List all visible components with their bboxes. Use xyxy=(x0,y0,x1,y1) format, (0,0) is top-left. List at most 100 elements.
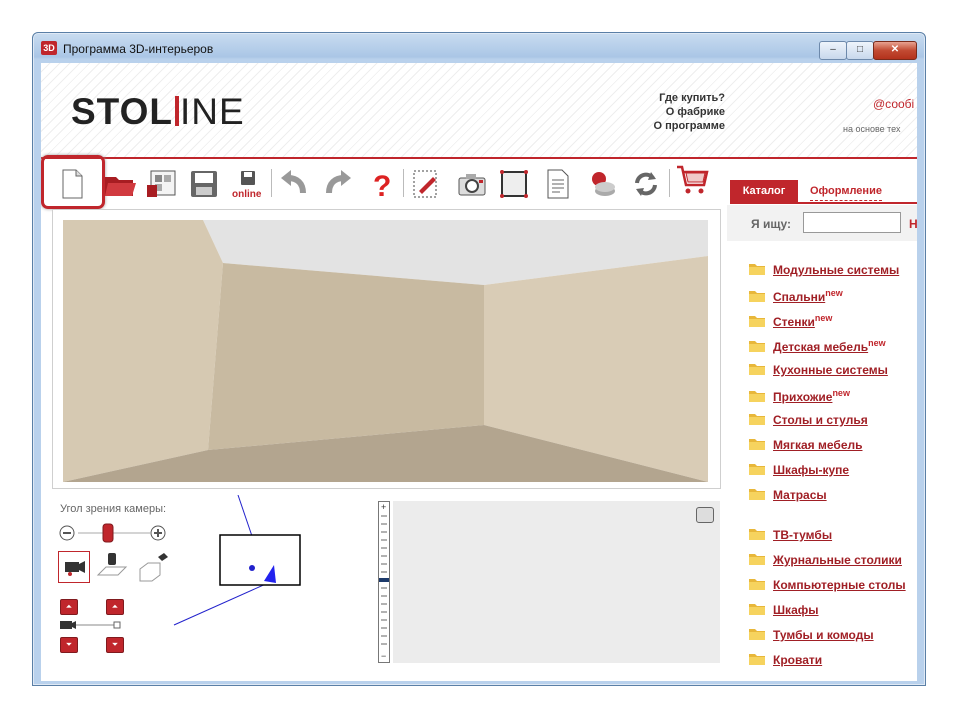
folder-icon xyxy=(749,341,765,352)
catalog-item-label[interactable]: Детская мебель xyxy=(773,340,868,354)
catalog-item-label[interactable]: ТВ-тумбы xyxy=(773,528,832,542)
svg-text:−: − xyxy=(381,651,386,661)
report-button[interactable] xyxy=(541,167,575,201)
room-center-dot xyxy=(249,565,255,571)
catalog-item[interactable]: ТВ-тумбы xyxy=(749,528,832,544)
catalog-item[interactable]: Стенкиnew xyxy=(749,313,832,329)
catalog-item[interactable]: Кровати xyxy=(749,653,822,669)
stolline-logo[interactable]: STOL INE xyxy=(71,91,245,133)
catalog-item[interactable]: Шкафы xyxy=(749,603,819,619)
catalog-item[interactable]: Прихожиеnew xyxy=(749,388,850,404)
catalog-item-label[interactable]: Тумбы и комоды xyxy=(773,628,874,642)
catalog-item[interactable]: Матрасы xyxy=(749,488,827,504)
slider-handle[interactable] xyxy=(102,523,114,543)
camera-angle-slider[interactable] xyxy=(58,521,176,545)
fullscreen-icon[interactable] xyxy=(696,507,714,523)
catalog-item-label[interactable]: Шкафы xyxy=(773,603,819,617)
3d-view[interactable] xyxy=(52,209,721,489)
catalog-item-label[interactable]: Прихожие xyxy=(773,390,832,404)
logo-mark xyxy=(175,96,179,126)
camera-button[interactable] xyxy=(455,167,489,201)
catalog-item-label[interactable]: Компьютерные столы xyxy=(773,578,906,592)
preview-panel[interactable] xyxy=(393,501,720,663)
app-header: STOL INE Где купить? О фабрике О программ… xyxy=(41,63,917,157)
materials-button[interactable] xyxy=(585,167,619,201)
close-button[interactable]: ✕ xyxy=(873,41,917,60)
maximize-button[interactable]: □ xyxy=(846,41,874,60)
catalog-item[interactable]: Журнальные столики xyxy=(749,553,902,569)
catalog-item-label[interactable]: Матрасы xyxy=(773,488,827,502)
catalog-item[interactable]: Шкафы-купе xyxy=(749,463,849,479)
catalog-item-label[interactable]: Модульные системы xyxy=(773,263,899,277)
folder-icon xyxy=(749,579,765,590)
new-badge: new xyxy=(868,338,886,348)
catalog-item[interactable]: Детская мебельnew xyxy=(749,338,886,354)
catalog-item[interactable]: Тумбы и комоды xyxy=(749,628,874,644)
catalog-item-label[interactable]: Спальни xyxy=(773,290,825,304)
catalog-item-label[interactable]: Стенки xyxy=(773,315,815,329)
save-button[interactable] xyxy=(187,167,221,201)
search-label: Я ищу: xyxy=(751,217,791,231)
catalog-item-label[interactable]: Мягкая мебель xyxy=(773,438,863,452)
frame-button[interactable] xyxy=(497,167,531,201)
where-to-buy-link[interactable]: Где купить? xyxy=(653,91,725,105)
catalog-item-label[interactable]: Шкафы-купе xyxy=(773,463,849,477)
catalog-item-label[interactable]: Столы и стулья xyxy=(773,413,868,427)
view-mode-object[interactable] xyxy=(136,549,172,583)
undo-button[interactable] xyxy=(277,167,311,201)
redo-button[interactable] xyxy=(321,167,355,201)
camera-down-right-button[interactable]: ⏷ xyxy=(106,637,124,653)
about-factory-link[interactable]: О фабрике xyxy=(653,105,725,119)
tab-catalog[interactable]: Каталог xyxy=(730,180,798,202)
zoom-scale-handle[interactable] xyxy=(379,578,389,582)
catalog-item-label[interactable]: Журнальные столики xyxy=(773,553,902,567)
camera-up-right-button[interactable]: ⏶ xyxy=(106,599,124,615)
left-wall xyxy=(63,220,223,482)
redo-icon xyxy=(326,170,351,194)
cart-button[interactable] xyxy=(675,163,709,197)
edit-dimensions-button[interactable] xyxy=(409,167,443,201)
catalog-item[interactable]: Спальниnew xyxy=(749,288,843,304)
cart-icon xyxy=(677,165,709,194)
report-icon xyxy=(547,169,569,199)
tab-decoration[interactable]: Оформление xyxy=(810,182,882,201)
search-input[interactable] xyxy=(803,212,901,233)
camera-up-left-button[interactable]: ⏶ xyxy=(60,599,78,615)
about-program-link[interactable]: О программе xyxy=(653,119,725,133)
back-wall xyxy=(208,263,484,450)
minimize-button[interactable]: – xyxy=(819,41,847,60)
refresh-button[interactable] xyxy=(629,167,663,201)
zoom-scale[interactable]: + − xyxy=(378,501,390,663)
catalog-item[interactable]: Мягкая мебель xyxy=(749,438,863,454)
camera-height-slider[interactable] xyxy=(60,619,124,633)
catalog-item[interactable]: Компьютерные столы xyxy=(749,578,906,594)
email-link[interactable]: @сообі xyxy=(873,97,914,111)
new-document-button[interactable] xyxy=(55,167,89,201)
catalog-item[interactable]: Кухонные системы xyxy=(749,363,888,379)
camera-controls: Угол зрения камеры: ⏶ ⏶ ⏷ ⏷ + − xyxy=(52,495,720,681)
camera-plan-view[interactable] xyxy=(168,495,358,681)
folder-icon xyxy=(749,291,765,302)
camera-down-left-button[interactable]: ⏷ xyxy=(60,637,78,653)
catalog-item[interactable]: Столы и стулья xyxy=(749,413,868,429)
title-bar[interactable]: 3D Программа 3D-интерьеров – □ ✕ xyxy=(33,33,925,61)
zoom-scale-ticks: + − xyxy=(379,502,389,661)
folder-icon xyxy=(749,364,765,375)
catalog-item-label[interactable]: Кухонные системы xyxy=(773,363,888,377)
folder-icon xyxy=(749,439,765,450)
catalog-item-label[interactable]: Кровати xyxy=(773,653,822,667)
app-window: 3D Программа 3D-интерьеров – □ ✕ STOL INE… xyxy=(32,32,926,686)
room-person-icon xyxy=(96,553,128,576)
toolbar-separator xyxy=(403,169,404,197)
view-mode-camera[interactable] xyxy=(58,551,90,583)
open-button[interactable] xyxy=(103,167,137,201)
room-outline xyxy=(219,534,301,586)
logo-text-left: STOL xyxy=(71,91,173,132)
save-online-button[interactable]: online xyxy=(231,167,265,201)
room-scene[interactable] xyxy=(63,220,708,482)
help-button[interactable]: ? xyxy=(365,167,399,203)
view-mode-person[interactable] xyxy=(94,551,130,583)
catalog-item[interactable]: Модульные системы xyxy=(749,263,899,279)
search-go-button[interactable]: Н xyxy=(909,217,917,231)
plan-button[interactable] xyxy=(145,167,179,201)
